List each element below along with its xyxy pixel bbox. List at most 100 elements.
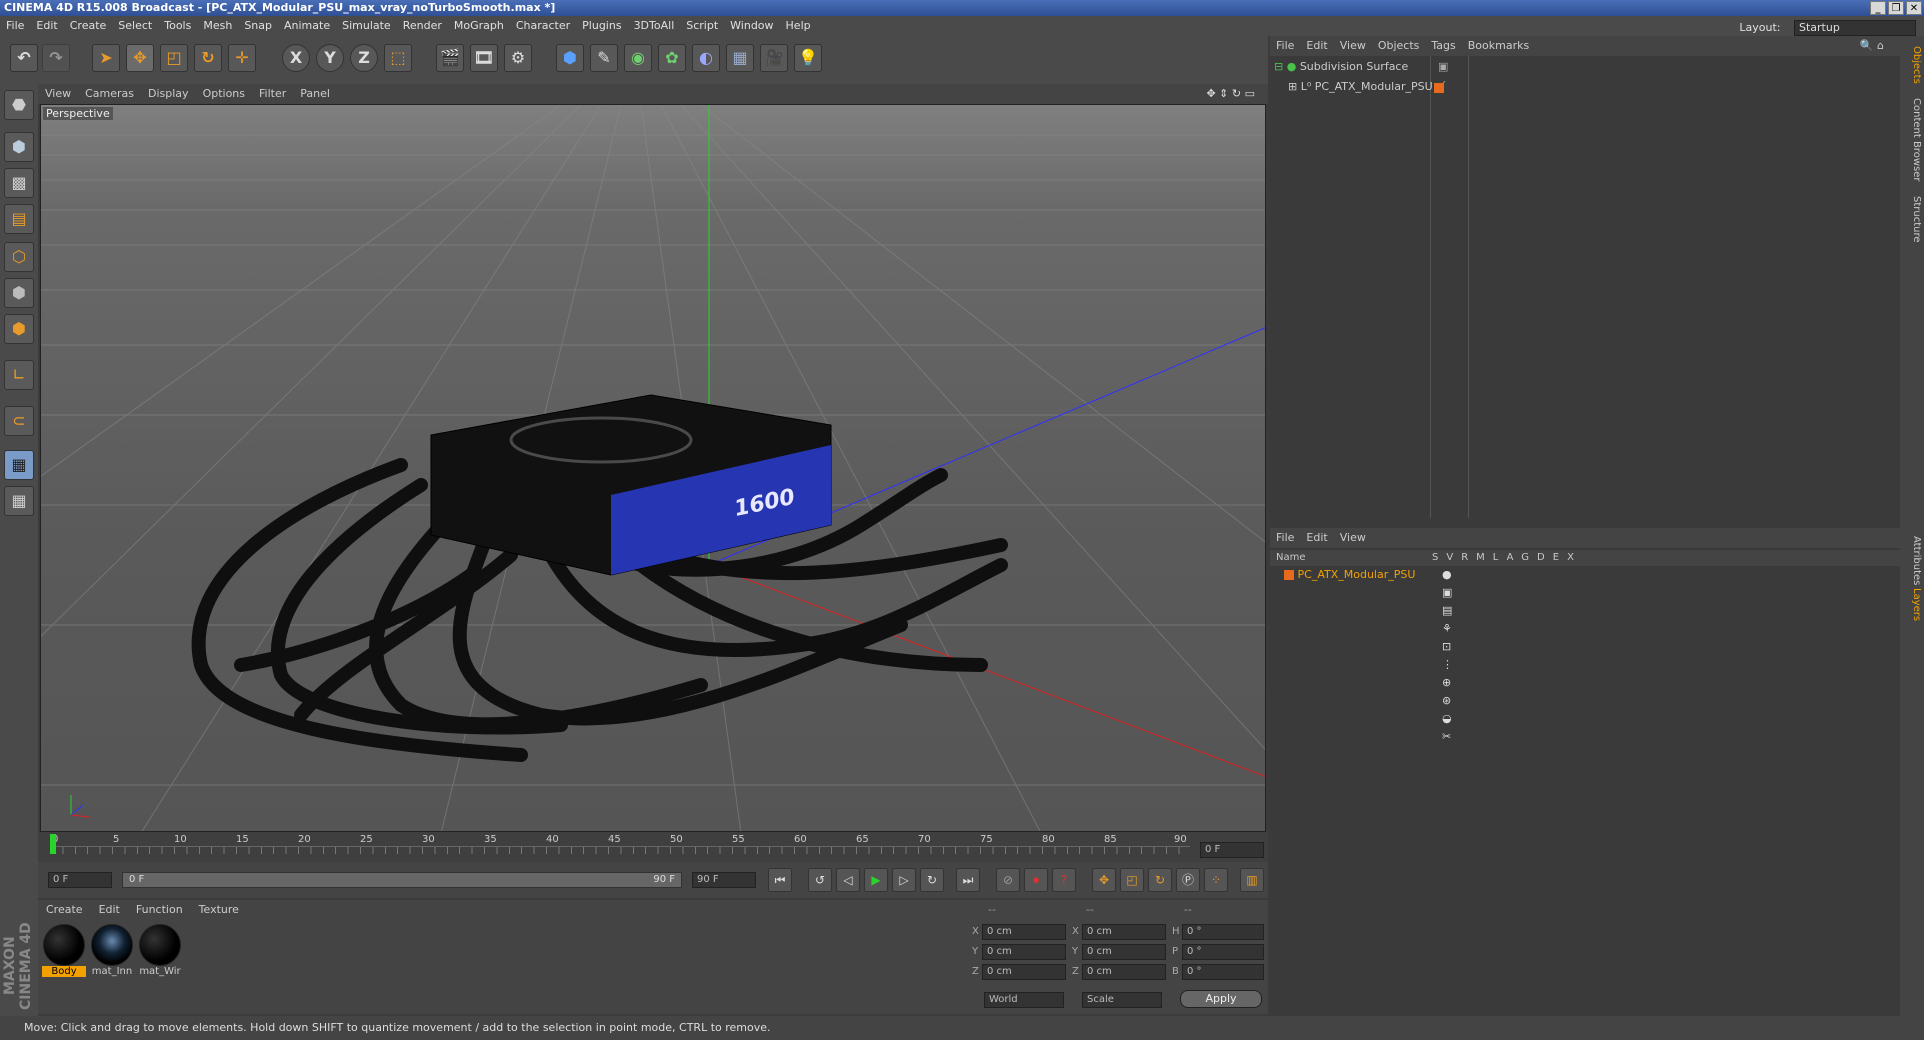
- polygons-mode-icon[interactable]: ⬢: [4, 314, 34, 344]
- object-item-psu[interactable]: ⊞ L⁰ PC_ATX_Modular_PSU: [1288, 78, 1444, 96]
- prev-frame-icon[interactable]: ◁: [836, 868, 860, 892]
- objects-menu-objects[interactable]: Objects: [1372, 36, 1426, 56]
- material-menu-texture[interactable]: Texture: [191, 900, 247, 920]
- viewport-menu-display[interactable]: Display: [141, 84, 196, 104]
- menu-file[interactable]: File: [0, 16, 30, 36]
- objects-menu-file[interactable]: File: [1270, 36, 1300, 56]
- workplane-mode-icon[interactable]: ▤: [4, 204, 34, 234]
- size-z-field[interactable]: 0 cm: [1082, 964, 1166, 980]
- menu-render[interactable]: Render: [397, 16, 448, 36]
- z-axis-toggle[interactable]: Z: [350, 44, 378, 72]
- tab-objects[interactable]: Objects: [1902, 46, 1922, 84]
- key-rotation-icon[interactable]: ↻: [1148, 868, 1172, 892]
- rotation-b-field[interactable]: 0 °: [1182, 964, 1264, 980]
- edges-mode-icon[interactable]: ⬢: [4, 278, 34, 308]
- scale-tool-icon[interactable]: ◰: [160, 44, 188, 72]
- apply-button[interactable]: Apply: [1180, 990, 1262, 1008]
- autokey-icon[interactable]: ⏺: [1024, 868, 1048, 892]
- object-manager-search-icon[interactable]: 🔍 ⌂: [1854, 36, 1890, 56]
- workplane-snap-icon[interactable]: ▦: [4, 450, 34, 480]
- key-scale-icon[interactable]: ◰: [1120, 868, 1144, 892]
- menu-window[interactable]: Window: [724, 16, 779, 36]
- layers-menu-file[interactable]: File: [1270, 528, 1300, 548]
- cube-primitive-icon[interactable]: ⬢: [556, 44, 584, 72]
- snap-icon[interactable]: ⊂: [4, 406, 34, 436]
- size-x-field[interactable]: 0 cm: [1082, 924, 1166, 940]
- layer-toggle-icons[interactable]: ● ▣ ▤ ⚘ ⊡ ⋮ ⊕ ⊛ ◒ ✂: [1442, 566, 1453, 746]
- go-to-start-icon[interactable]: ⏮: [768, 868, 792, 892]
- menu-script[interactable]: Script: [680, 16, 724, 36]
- start-frame-field[interactable]: 0 F: [48, 872, 112, 888]
- material-menu-create[interactable]: Create: [38, 900, 91, 920]
- redo-button[interactable]: ↷: [42, 44, 70, 72]
- layers-menu-edit[interactable]: Edit: [1300, 528, 1333, 548]
- menu-simulate[interactable]: Simulate: [336, 16, 397, 36]
- render-view-icon[interactable]: 🎬: [436, 44, 464, 72]
- tab-attributes[interactable]: Attributes: [1902, 536, 1922, 585]
- render-picture-viewer-icon[interactable]: 🎞: [470, 44, 498, 72]
- frame-range-slider[interactable]: 0 F 90 F: [122, 872, 682, 888]
- move-tool-icon[interactable]: ✥: [126, 44, 154, 72]
- rotation-h-field[interactable]: 0 °: [1182, 924, 1264, 940]
- menu-3dtoall[interactable]: 3DToAll: [628, 16, 681, 36]
- perspective-viewport[interactable]: 1600 Perspective: [40, 104, 1266, 832]
- array-icon[interactable]: ✿: [658, 44, 686, 72]
- object-list[interactable]: ⊟ ● Subdivision Surface▣ ✓ ⊞ L⁰ PC_ATX_M…: [1270, 56, 1900, 518]
- record-disabled-icon[interactable]: ⊘: [996, 868, 1020, 892]
- menu-animate[interactable]: Animate: [278, 16, 336, 36]
- layers-menu-view[interactable]: View: [1334, 528, 1372, 548]
- grid-lock-icon[interactable]: ▦: [4, 486, 34, 516]
- position-z-field[interactable]: 0 cm: [982, 964, 1066, 980]
- objects-menu-bookmarks[interactable]: Bookmarks: [1462, 36, 1535, 56]
- timeline-ruler[interactable]: 0 5 10 15 20 25 30 35 40 45 50 55 60 65 …: [38, 832, 1268, 862]
- viewport-menu-panel[interactable]: Panel: [293, 84, 337, 104]
- render-settings-icon[interactable]: ⚙: [504, 44, 532, 72]
- floor-icon[interactable]: ▦: [726, 44, 754, 72]
- tab-structure[interactable]: Structure: [1902, 196, 1922, 243]
- menu-snap[interactable]: Snap: [238, 16, 278, 36]
- key-parameter-icon[interactable]: Ⓟ: [1176, 868, 1200, 892]
- layer-color-tag[interactable]: [1434, 83, 1444, 93]
- menu-mesh[interactable]: Mesh: [197, 16, 238, 36]
- viewport-nav-icons[interactable]: ✥ ⇕ ↻ ▭: [1199, 84, 1262, 104]
- tab-content-browser[interactable]: Content Browser: [1902, 98, 1922, 181]
- objects-menu-edit[interactable]: Edit: [1300, 36, 1333, 56]
- keyframe-help-icon[interactable]: ?: [1052, 868, 1076, 892]
- texture-mode-icon[interactable]: ▩: [4, 168, 34, 198]
- tab-layers[interactable]: Layers: [1902, 588, 1922, 621]
- position-x-field[interactable]: 0 cm: [982, 924, 1066, 940]
- menu-edit[interactable]: Edit: [30, 16, 63, 36]
- objects-menu-view[interactable]: View: [1334, 36, 1372, 56]
- menu-character[interactable]: Character: [510, 16, 576, 36]
- material-swatch-body[interactable]: Body: [42, 924, 86, 977]
- x-axis-toggle[interactable]: X: [282, 44, 310, 72]
- viewport-menu-view[interactable]: View: [38, 84, 78, 104]
- light-icon[interactable]: 💡: [794, 44, 822, 72]
- rotate-tool-icon[interactable]: ↻: [194, 44, 222, 72]
- menu-mograph[interactable]: MoGraph: [448, 16, 510, 36]
- play-icon[interactable]: ▶: [864, 868, 888, 892]
- material-menu-edit[interactable]: Edit: [91, 900, 128, 920]
- timeline-window-icon[interactable]: ▥: [1240, 868, 1264, 892]
- viewport-menu-options[interactable]: Options: [196, 84, 252, 104]
- close-button[interactable]: ✕: [1906, 1, 1922, 15]
- end-frame-field[interactable]: 90 F: [692, 872, 756, 888]
- viewport-menu-filter[interactable]: Filter: [252, 84, 293, 104]
- object-item-subdivision[interactable]: ⊟ ● Subdivision Surface▣ ✓: [1274, 58, 1448, 91]
- make-editable-icon[interactable]: ⬣: [4, 90, 34, 120]
- undo-button[interactable]: ↶: [10, 44, 38, 72]
- live-select-icon[interactable]: ✛: [228, 44, 256, 72]
- go-to-end-icon[interactable]: ⏭: [956, 868, 980, 892]
- menu-select[interactable]: Select: [112, 16, 158, 36]
- next-key-icon[interactable]: ↻: [920, 868, 944, 892]
- y-axis-toggle[interactable]: Y: [316, 44, 344, 72]
- position-y-field[interactable]: 0 cm: [982, 944, 1066, 960]
- spline-pen-icon[interactable]: ✎: [590, 44, 618, 72]
- size-y-field[interactable]: 0 cm: [1082, 944, 1166, 960]
- model-mode-icon[interactable]: ⬢: [4, 132, 34, 162]
- key-points-icon[interactable]: ⁘: [1204, 868, 1228, 892]
- menu-plugins[interactable]: Plugins: [576, 16, 627, 36]
- prev-key-icon[interactable]: ↺: [808, 868, 832, 892]
- scale-dropdown[interactable]: Scale: [1082, 992, 1162, 1008]
- coordinate-system-icon[interactable]: ⬚: [384, 44, 412, 72]
